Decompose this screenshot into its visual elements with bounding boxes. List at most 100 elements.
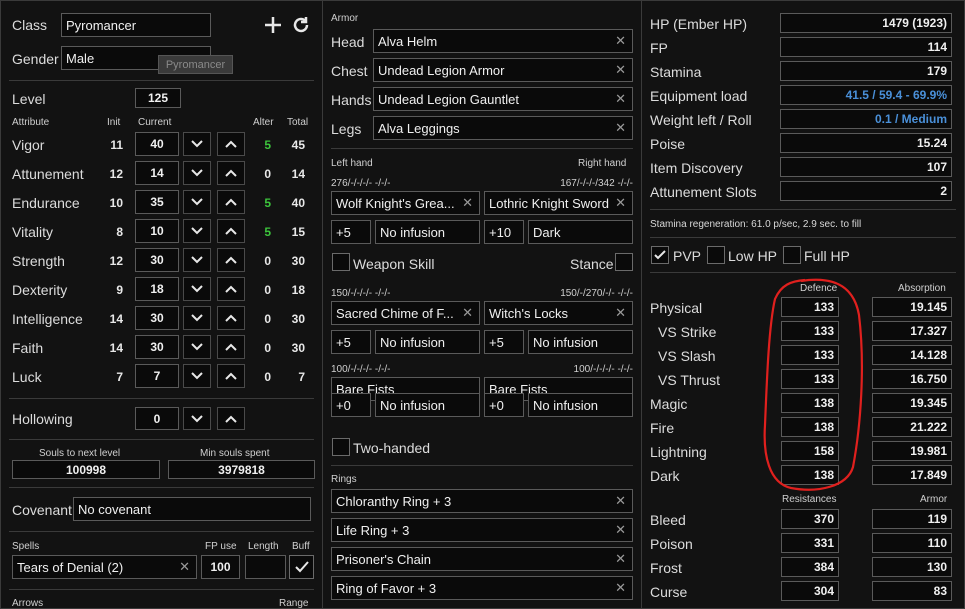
attribute-current-field[interactable]: 30 [135, 335, 179, 359]
attribute-current-field[interactable]: 18 [135, 277, 179, 301]
attribute-current-field[interactable]: 30 [135, 306, 179, 330]
left-upgrade-field[interactable]: +5 [331, 220, 371, 244]
armor-select[interactable]: Undead Legion Gauntlet ✕ [373, 87, 633, 111]
spell-fp-field[interactable]: 100 [201, 555, 240, 579]
clear-icon[interactable]: ✕ [615, 522, 626, 538]
full-hp-checkbox[interactable] [783, 246, 801, 264]
class-select[interactable]: Pyromancer [61, 13, 211, 37]
attribute-current-field[interactable]: 35 [135, 190, 179, 214]
ring-select[interactable]: Life Ring + 3 ✕ [331, 518, 633, 542]
left-infusion-select[interactable]: No infusion [375, 330, 480, 354]
checkmark-icon [654, 250, 666, 260]
ring-select[interactable]: Prisoner's Chain ✕ [331, 547, 633, 571]
right-infusion-select[interactable]: No infusion [528, 330, 633, 354]
attribute-decrease-button[interactable] [183, 132, 211, 156]
stance-checkbox[interactable] [615, 253, 633, 271]
attribute-decrease-button[interactable] [183, 364, 211, 388]
ring-item: Prisoner's Chain [336, 551, 431, 567]
attribute-current-field[interactable]: 30 [135, 248, 179, 272]
attribute-increase-button[interactable] [217, 219, 245, 243]
attribute-decrease-button[interactable] [183, 248, 211, 272]
attribute-increase-button[interactable] [217, 277, 245, 301]
init-header: Init [107, 117, 121, 128]
clear-icon[interactable]: ✕ [615, 195, 626, 211]
attribute-decrease-button[interactable] [183, 161, 211, 185]
low-hp-checkbox[interactable] [707, 246, 725, 264]
clear-icon[interactable]: ✕ [462, 305, 473, 321]
left-infusion-select[interactable]: No infusion [375, 393, 480, 417]
full-hp-label: Full HP [804, 248, 850, 264]
hollowing-field[interactable]: 0 [135, 407, 179, 430]
attribute-increase-button[interactable] [217, 306, 245, 330]
hollowing-decrease-button[interactable] [183, 407, 211, 430]
chevron-down-icon [191, 372, 203, 380]
hollowing-increase-button[interactable] [217, 407, 245, 430]
attribute-current-field[interactable]: 40 [135, 132, 179, 156]
clear-icon[interactable]: ✕ [615, 305, 626, 321]
attribute-decrease-button[interactable] [183, 306, 211, 330]
armor-select[interactable]: Undead Legion Armor ✕ [373, 58, 633, 82]
refresh-icon[interactable] [291, 15, 311, 35]
attribute-decrease-button[interactable] [183, 190, 211, 214]
right-weapon-select[interactable]: Witch's Locks ✕ [484, 301, 633, 325]
right-infusion-select[interactable]: Dark [528, 220, 633, 244]
spell-length-field[interactable] [245, 555, 286, 579]
left-weapon-select[interactable]: Wolf Knight's Grea... ✕ [331, 191, 480, 215]
ring-select[interactable]: Ring of Favor + 3 ✕ [331, 576, 633, 600]
ring-item: Life Ring + 3 [336, 522, 410, 538]
attribute-current-field[interactable]: 14 [135, 161, 179, 185]
right-weapon-select[interactable]: Lothric Knight Sword ✕ [484, 191, 633, 215]
ring-select[interactable]: Chloranthy Ring + 3 ✕ [331, 489, 633, 513]
attribute-decrease-button[interactable] [183, 219, 211, 243]
left-weapon-item: Sacred Chime of F... [336, 305, 454, 321]
low-hp-label: Low HP [728, 248, 778, 264]
covenant-select[interactable]: No covenant [73, 497, 311, 521]
left-weapon-select[interactable]: Sacred Chime of F... ✕ [331, 301, 480, 325]
attribute-increase-button[interactable] [217, 132, 245, 156]
clear-icon[interactable]: ✕ [615, 493, 626, 509]
attribute-init: 14 [109, 341, 123, 355]
clear-icon[interactable]: ✕ [615, 33, 626, 49]
chevron-up-icon [225, 285, 237, 293]
gender-label: Gender [12, 51, 59, 67]
attribute-increase-button[interactable] [217, 161, 245, 185]
right-upgrade-field[interactable]: +10 [484, 220, 524, 244]
spell-select[interactable]: Tears of Denial (2) ✕ [12, 555, 197, 579]
absorption-value: 19.345 [910, 396, 947, 410]
armor-select[interactable]: Alva Helm ✕ [373, 29, 633, 53]
buff-checkbox[interactable] [289, 555, 314, 579]
left-weapon-item: Wolf Knight's Grea... [336, 195, 455, 211]
attribute-decrease-button[interactable] [183, 335, 211, 359]
left-upgrade-field[interactable]: +5 [331, 330, 371, 354]
clear-icon[interactable]: ✕ [615, 551, 626, 567]
checkmark-icon [294, 561, 309, 573]
attribute-increase-button[interactable] [217, 364, 245, 388]
clear-icon[interactable]: ✕ [615, 91, 626, 107]
armor-select[interactable]: Alva Leggings ✕ [373, 116, 633, 140]
right-upgrade-field[interactable]: +0 [484, 393, 524, 417]
attribute-current-field[interactable]: 7 [135, 364, 179, 388]
attribute-name: Intelligence [12, 311, 83, 327]
level-field[interactable]: 125 [135, 88, 181, 108]
attribute-decrease-button[interactable] [183, 277, 211, 301]
clear-icon[interactable]: ✕ [615, 62, 626, 78]
two-handed-checkbox[interactable] [332, 438, 350, 456]
right-upgrade-field[interactable]: +5 [484, 330, 524, 354]
attribute-increase-button[interactable] [217, 248, 245, 272]
defence-label: Magic [650, 396, 688, 412]
attribute-increase-button[interactable] [217, 190, 245, 214]
add-icon[interactable] [263, 15, 283, 35]
clear-icon[interactable]: ✕ [179, 559, 190, 575]
right-infusion-select[interactable]: No infusion [528, 393, 633, 417]
pvp-checkbox[interactable] [651, 246, 669, 264]
clear-icon[interactable]: ✕ [462, 195, 473, 211]
clear-icon[interactable]: ✕ [615, 120, 626, 136]
attribute-total: 7 [298, 370, 305, 384]
attribute-current-field[interactable]: 10 [135, 219, 179, 243]
left-upgrade-field[interactable]: +0 [331, 393, 371, 417]
left-infusion-select[interactable]: No infusion [375, 220, 480, 244]
clear-icon[interactable]: ✕ [615, 580, 626, 596]
hollowing-label: Hollowing [12, 411, 73, 427]
attribute-increase-button[interactable] [217, 335, 245, 359]
weapon-skill-checkbox[interactable] [332, 253, 350, 271]
